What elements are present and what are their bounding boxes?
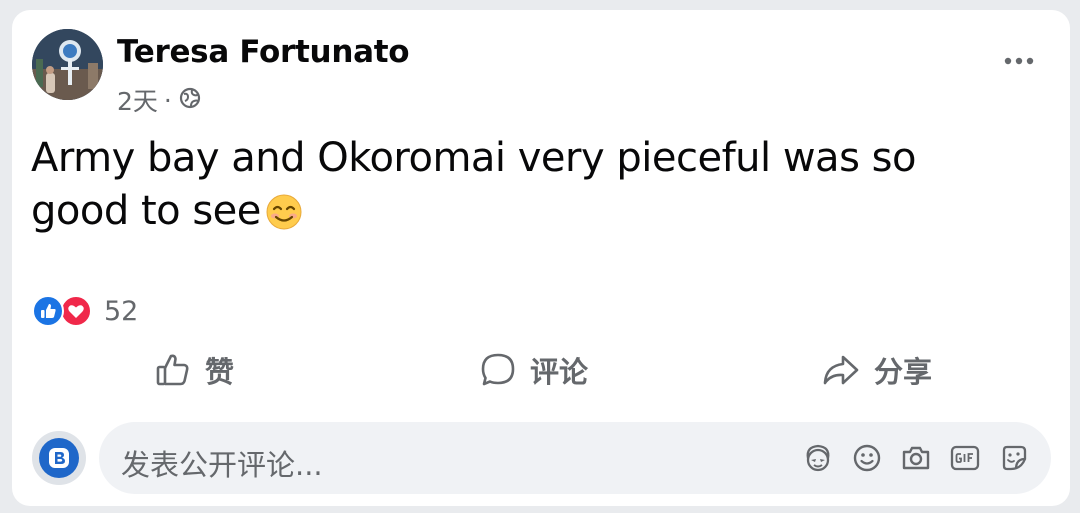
comment-input[interactable]: 发表公开评论... <box>99 422 1051 494</box>
share-button[interactable]: 分享 <box>822 344 932 396</box>
author-name[interactable]: Teresa Fortunato <box>117 34 410 70</box>
author-avatar[interactable] <box>32 29 103 100</box>
share-label: 分享 <box>874 355 933 389</box>
thumbs-up-icon <box>156 354 189 386</box>
emoji-icon[interactable] <box>850 441 884 475</box>
comment-placeholder: 发表公开评论... <box>121 448 323 482</box>
post-text-line-2: good to see <box>31 185 991 245</box>
like-label: 赞 <box>205 355 235 389</box>
comment-bubble-icon <box>481 353 515 386</box>
sticker-icon[interactable] <box>997 441 1031 475</box>
love-reaction-icon <box>60 295 92 327</box>
current-user-avatar[interactable] <box>32 431 86 485</box>
post-actions: 赞 评论 分享 <box>12 344 1070 396</box>
post-text-line-2-text: good to see <box>31 188 261 234</box>
reaction-count: 52 <box>104 295 139 327</box>
post-text-line-1: Army bay and Okoromai very pieceful was … <box>31 135 916 181</box>
post-text: Army bay and Okoromai very pieceful was … <box>31 132 991 245</box>
gif-icon[interactable] <box>948 441 982 475</box>
composer-tools <box>786 441 1031 475</box>
meta-separator: · <box>163 85 172 115</box>
more-options-icon[interactable] <box>997 46 1041 76</box>
globe-icon[interactable] <box>179 86 201 115</box>
user-badge-icon <box>39 438 79 478</box>
like-reaction-icon <box>32 295 64 327</box>
comment-composer: 发表公开评论... <box>12 418 1070 498</box>
avatar-sticker-icon[interactable] <box>801 441 835 475</box>
post-time[interactable]: 2天 <box>117 82 158 118</box>
post-meta: 2天 · <box>117 82 201 118</box>
post-card: Teresa Fortunato 2天 · Army bay and Okoro… <box>12 10 1070 506</box>
camera-icon[interactable] <box>899 441 933 475</box>
like-button[interactable]: 赞 <box>155 344 234 396</box>
comment-label: 评论 <box>530 355 589 389</box>
share-arrow-icon <box>823 355 859 385</box>
reactions-summary[interactable]: 52 <box>32 295 138 327</box>
comment-button[interactable]: 评论 <box>480 344 588 396</box>
smiling-face-emoji <box>265 192 303 245</box>
